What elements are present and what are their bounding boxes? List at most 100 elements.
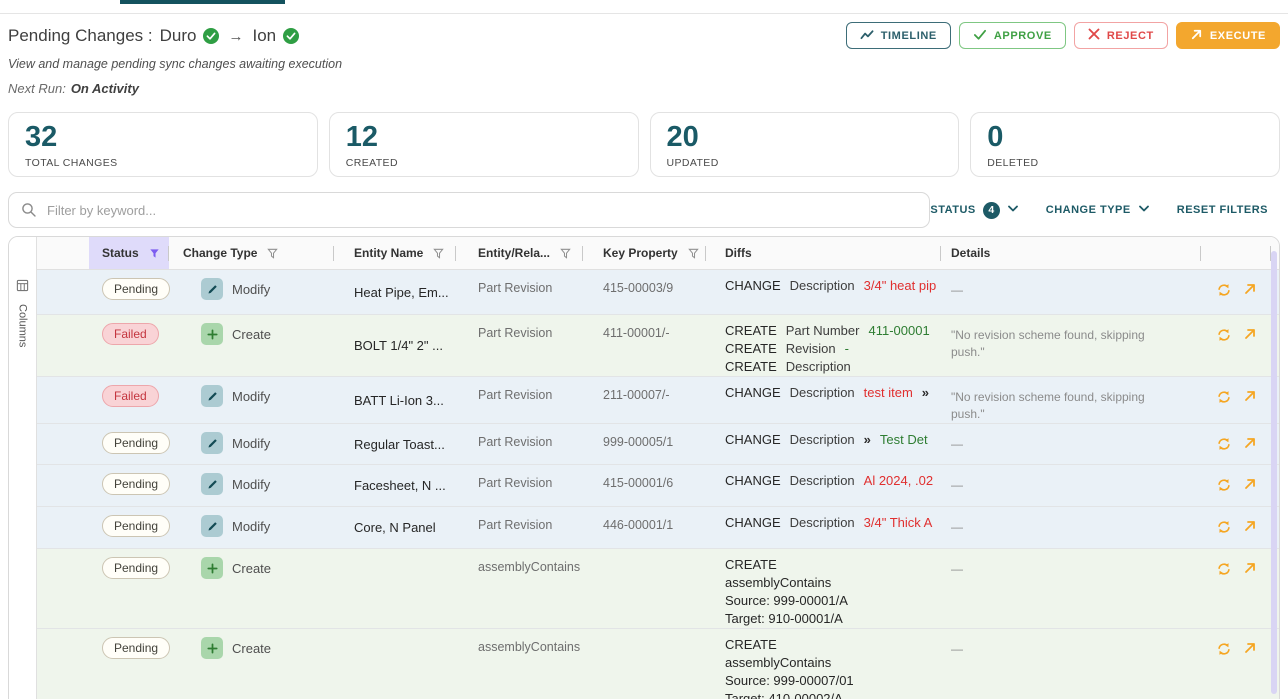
diff-segment: Description [790, 385, 855, 400]
reject-button[interactable]: REJECT [1074, 22, 1168, 49]
push-change-icon[interactable] [1243, 327, 1257, 376]
drag-handle-column-header [37, 237, 89, 269]
retry-sync-icon[interactable] [1216, 389, 1232, 423]
stat-card-created: 12 CREATED [329, 112, 639, 177]
push-change-icon[interactable] [1243, 436, 1257, 464]
diff-line: CHANGEDescriptionAl 2024, .02 [725, 472, 941, 490]
diff-line: CREATE [725, 636, 941, 654]
retry-sync-icon[interactable] [1216, 436, 1232, 464]
retry-sync-icon[interactable] [1216, 561, 1232, 628]
diff-segment: » [922, 385, 929, 400]
status-cell: Failed [89, 377, 169, 407]
columns-panel-toggle[interactable]: Columns [9, 237, 37, 699]
change-type-filter-dropdown[interactable]: CHANGE TYPE [1046, 201, 1150, 219]
create-icon [201, 637, 223, 659]
push-change-icon[interactable] [1243, 641, 1257, 699]
key-property-cell: 415-00001/6 [583, 465, 706, 490]
status-badge: Pending [102, 432, 170, 454]
status-badge: Pending [102, 473, 170, 495]
reject-button-label: REJECT [1107, 30, 1154, 42]
stat-label: CREATED [346, 157, 622, 169]
push-change-icon[interactable] [1243, 561, 1257, 628]
approve-button-label: APPROVE [994, 30, 1052, 42]
timeline-button-label: TIMELINE [881, 30, 937, 42]
table-row: FailedCreateBOLT 1/4" 2" ...Part Revisio… [37, 315, 1279, 377]
page-actions: TIMELINE APPROVE REJECT EXECUTE [846, 22, 1280, 49]
target-connected-check-icon [283, 28, 299, 44]
change-type-label: Modify [232, 436, 270, 451]
retry-sync-icon[interactable] [1216, 282, 1232, 314]
column-header-entity-relationship: Entity/Rela... [456, 237, 583, 269]
diff-segment: 3/4" Thick A [864, 515, 933, 530]
status-badge: Pending [102, 515, 170, 537]
key-property-cell [583, 549, 706, 560]
reset-filters-button[interactable]: RESET FILTERS [1177, 204, 1268, 216]
diff-segment: 411-00001 [868, 323, 929, 338]
keyword-filter-input[interactable] [8, 192, 930, 228]
entity-relationship-cell: assemblyContains [456, 549, 583, 574]
column-header-status: Status [89, 237, 169, 269]
status-cell: Failed [89, 315, 169, 345]
stat-label: TOTAL CHANGES [25, 157, 301, 169]
diff-segment: Target: 910-00001/A [725, 611, 843, 626]
status-filter-dropdown[interactable]: STATUS 4 [930, 201, 1018, 219]
diff-segment: 3/4" heat pip [864, 278, 937, 293]
diff-segment: Part Number [786, 323, 860, 338]
column-header-label: Entity/Rela... [478, 246, 550, 260]
active-tab-indicator[interactable] [120, 0, 285, 4]
push-change-icon[interactable] [1243, 519, 1257, 548]
push-change-icon[interactable] [1243, 477, 1257, 506]
diff-segment: CHANGE [725, 432, 781, 447]
retry-sync-icon[interactable] [1216, 327, 1232, 376]
entity-relationship-filter-funnel-icon[interactable] [559, 247, 572, 260]
column-header-change-type: Change Type [169, 237, 334, 269]
change-type-filter-funnel-icon[interactable] [266, 247, 279, 260]
column-header-label: Key Property [603, 246, 678, 260]
diff-line: assemblyContains [725, 654, 941, 672]
source-connected-check-icon [203, 28, 219, 44]
vertical-scrollbar[interactable] [1271, 251, 1277, 694]
entity-relationship-cell: Part Revision [456, 465, 583, 490]
change-type-cell: Create [169, 315, 334, 345]
entity-relationship-cell: Part Revision [456, 424, 583, 449]
table-row: PendingModifyHeat Pipe, Em...Part Revisi… [37, 270, 1279, 315]
row-actions-cell [1201, 629, 1271, 699]
change-type-label: Create [232, 327, 271, 342]
next-run-label: Next Run: [8, 81, 66, 96]
status-cell: Pending [89, 424, 169, 454]
retry-sync-icon[interactable] [1216, 519, 1232, 548]
approve-check-icon [973, 28, 987, 44]
diff-segment: - [845, 341, 849, 356]
stat-value: 12 [346, 122, 622, 154]
key-property-filter-funnel-icon[interactable] [687, 247, 700, 260]
column-header-label: Status [102, 246, 139, 260]
diff-line: CREATE [725, 556, 941, 574]
diff-line: CREATEDescription [725, 358, 941, 376]
change-type-cell: Modify [169, 377, 334, 407]
retry-sync-icon[interactable] [1216, 477, 1232, 506]
push-change-icon[interactable] [1243, 282, 1257, 314]
page-title-text: Pending Changes : [8, 26, 153, 46]
diffs-cell: CHANGEDescription»Test Det [706, 424, 941, 449]
row-actions-cell [1201, 315, 1271, 376]
retry-sync-icon[interactable] [1216, 641, 1232, 699]
diff-segment: CREATE [725, 341, 777, 356]
approve-button[interactable]: APPROVE [959, 22, 1066, 49]
row-actions-cell [1201, 465, 1271, 506]
push-change-icon[interactable] [1243, 389, 1257, 423]
pending-changes-page: Pending Changes : Duro → Ion View and ma… [0, 0, 1288, 699]
key-property-cell: 411-00001/- [583, 315, 706, 340]
entity-relationship-cell: assemblyContains [456, 629, 583, 654]
next-run: Next Run:On Activity [8, 81, 139, 96]
diff-line: CHANGEDescription»Test Det [725, 431, 941, 449]
entity-name-filter-funnel-icon[interactable] [432, 247, 445, 260]
details-cell: — [941, 629, 1201, 658]
diff-line: CHANGEDescription3/4" heat pip [725, 277, 941, 295]
timeline-button[interactable]: TIMELINE [846, 22, 951, 49]
diff-line: Target: 410-00002/A [725, 690, 941, 699]
column-header-diffs: Diffs [706, 237, 941, 269]
status-filter-funnel-icon-active[interactable] [148, 247, 161, 260]
execute-button[interactable]: EXECUTE [1176, 22, 1280, 49]
change-type-cell: Modify [169, 507, 334, 537]
diff-segment: Test Det [880, 432, 928, 447]
